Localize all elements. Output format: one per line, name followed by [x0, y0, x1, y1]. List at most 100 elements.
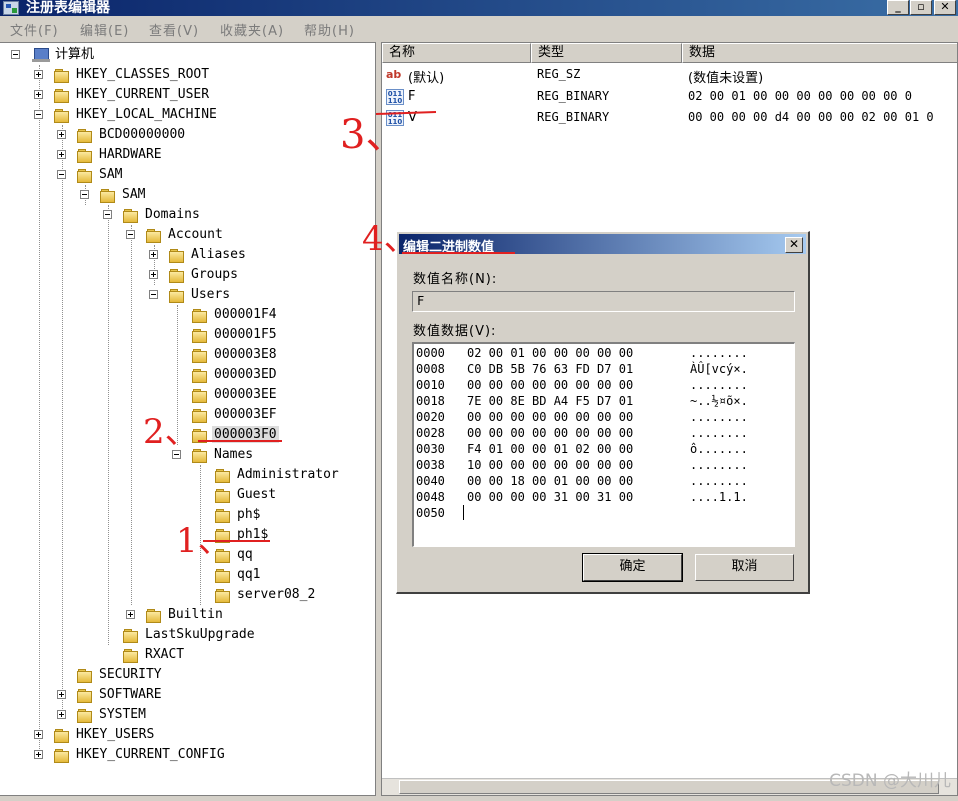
expand-toggle[interactable]: [34, 750, 43, 759]
tree-node[interactable]: SOFTWARE: [0, 685, 375, 705]
hex-ascii: ........: [690, 410, 748, 424]
tree-node[interactable]: BCD00000000: [0, 125, 375, 145]
maximize-button[interactable]: ▫: [910, 0, 932, 15]
tree-node[interactable]: Domains: [0, 205, 375, 225]
hex-editor[interactable]: 0000 02 00 01 00 00 00 00 00........ 0008…: [412, 342, 795, 547]
tree-node[interactable]: ph$: [0, 505, 375, 525]
expand-toggle[interactable]: [57, 690, 66, 699]
expand-toggle[interactable]: [34, 70, 43, 79]
collapse-toggle[interactable]: [80, 190, 89, 199]
tree-node-computer[interactable]: 计算机: [0, 45, 375, 65]
tree-node[interactable]: Administrator: [0, 465, 375, 485]
tree-node[interactable]: qq: [0, 545, 375, 565]
tree-node[interactable]: Users: [0, 285, 375, 305]
menu-file[interactable]: 文件(F): [10, 20, 59, 39]
expand-toggle[interactable]: [126, 610, 135, 619]
tree-node[interactable]: 000001F4: [0, 305, 375, 325]
tree-node-label: 000003EE: [214, 387, 277, 402]
expand-toggle[interactable]: [57, 710, 66, 719]
tree-node[interactable]: SAM: [0, 165, 375, 185]
expand-toggle[interactable]: [149, 250, 158, 259]
tree-node[interactable]: 000003ED: [0, 365, 375, 385]
expand-toggle[interactable]: [34, 730, 43, 739]
tree-node[interactable]: SAM: [0, 185, 375, 205]
tree-node[interactable]: Names: [0, 445, 375, 465]
folder-open-icon: [100, 188, 115, 203]
collapse-toggle[interactable]: [34, 110, 43, 119]
tree-node[interactable]: Builtin: [0, 605, 375, 625]
tree-node-label: Guest: [237, 487, 277, 502]
tree-node[interactable]: SYSTEM: [0, 705, 375, 725]
tree-node[interactable]: 000001F5: [0, 325, 375, 345]
expand-toggle[interactable]: [149, 270, 158, 279]
dialog-close-button[interactable]: ✕: [785, 237, 803, 253]
tree-node[interactable]: HKEY_USERS: [0, 725, 375, 745]
computer-icon: [32, 48, 50, 62]
folder-icon: [192, 408, 207, 423]
tree-node-label: Administrator: [237, 467, 339, 482]
cancel-button[interactable]: 取消: [695, 554, 794, 581]
hex-offset: 0020: [416, 410, 445, 424]
tree-node[interactable]: Aliases: [0, 245, 375, 265]
expand-toggle[interactable]: [57, 130, 66, 139]
menu-edit[interactable]: 编辑(E): [80, 20, 129, 39]
tree-node[interactable]: 000003E8: [0, 345, 375, 365]
close-button[interactable]: ✕: [934, 0, 956, 15]
minimize-button[interactable]: _: [887, 0, 909, 15]
tree-node[interactable]: Guest: [0, 485, 375, 505]
collapse-toggle[interactable]: [57, 170, 66, 179]
tree-node[interactable]: HARDWARE: [0, 145, 375, 165]
expand-toggle[interactable]: [57, 150, 66, 159]
binary-value-icon: 011 110: [386, 110, 404, 126]
value-row[interactable]: ab (默认) REG_SZ (数值未设置): [382, 65, 957, 86]
tree-node[interactable]: RXACT: [0, 645, 375, 665]
column-header-data[interactable]: 数据: [682, 43, 957, 63]
tree-node[interactable]: ph1$: [0, 525, 375, 545]
ok-button[interactable]: 确定: [582, 553, 683, 582]
tree-node[interactable]: Groups: [0, 265, 375, 285]
column-header-name[interactable]: 名称: [382, 43, 531, 63]
tree-node[interactable]: SECURITY: [0, 665, 375, 685]
dialog-title-bar[interactable]: 编辑二进制数值 ✕: [399, 234, 806, 255]
folder-open-icon: [77, 168, 92, 183]
menu-favorites[interactable]: 收藏夹(A): [220, 20, 284, 39]
hex-ascii: ........: [690, 426, 748, 440]
tree-node[interactable]: 000003EE: [0, 385, 375, 405]
folder-icon: [215, 468, 230, 483]
collapse-toggle[interactable]: [103, 210, 112, 219]
value-type: REG_BINARY: [537, 89, 610, 103]
value-row[interactable]: 011 110 F REG_BINARY 02 00 01 00 00 00 0…: [382, 87, 957, 108]
title-bar[interactable]: 注册表编辑器 _ ▫ ✕: [0, 0, 958, 16]
tree-node[interactable]: HKEY_CLASSES_ROOT: [0, 65, 375, 85]
tree-node[interactable]: HKEY_CURRENT_CONFIG: [0, 745, 375, 765]
tree-node-label: HKEY_CURRENT_USER: [76, 87, 210, 102]
column-header-type[interactable]: 类型: [531, 43, 682, 63]
collapse-toggle[interactable]: [149, 290, 158, 299]
edit-binary-dialog[interactable]: 编辑二进制数值 ✕ 数值名称(N): F 数值数据(V): 0000 02 00 …: [396, 231, 810, 594]
hex-offset: 0048: [416, 490, 445, 504]
tree-node[interactable]: server08_2: [0, 585, 375, 605]
tree-node[interactable]: qq1: [0, 565, 375, 585]
value-row[interactable]: 011 110 V REG_BINARY 00 00 00 00 d4 00 0…: [382, 108, 957, 129]
folder-open-icon: [192, 448, 207, 463]
tree-node[interactable]: 000003EF: [0, 405, 375, 425]
tree-node[interactable]: HKEY_CURRENT_USER: [0, 85, 375, 105]
menu-help[interactable]: 帮助(H): [304, 20, 355, 39]
tree-node-label: Account: [168, 227, 223, 242]
registry-tree[interactable]: 计算机 HKEY_CLASSES_ROOT HKEY_CURRENT_USER …: [0, 42, 376, 796]
tree-node-label: SAM: [122, 187, 146, 202]
tree-node-label: SOFTWARE: [99, 687, 162, 702]
binary-value-icon: 011 110: [386, 89, 404, 105]
tree-node-selected[interactable]: 000003F0: [0, 425, 375, 445]
menu-view[interactable]: 查看(V): [149, 20, 199, 39]
tree-node[interactable]: LastSkuUpgrade: [0, 625, 375, 645]
tree-node[interactable]: Account: [0, 225, 375, 245]
tree-node[interactable]: HKEY_LOCAL_MACHINE: [0, 105, 375, 125]
tree-node-label: HKEY_USERS: [76, 727, 155, 742]
collapse-toggle[interactable]: [172, 450, 181, 459]
hex-bytes: F4 01 00 00 01 02 00 00: [467, 442, 634, 456]
collapse-toggle[interactable]: [126, 230, 135, 239]
expand-toggle[interactable]: [34, 90, 43, 99]
collapse-toggle[interactable]: [11, 50, 20, 59]
tree-node-label: qq: [237, 547, 253, 562]
